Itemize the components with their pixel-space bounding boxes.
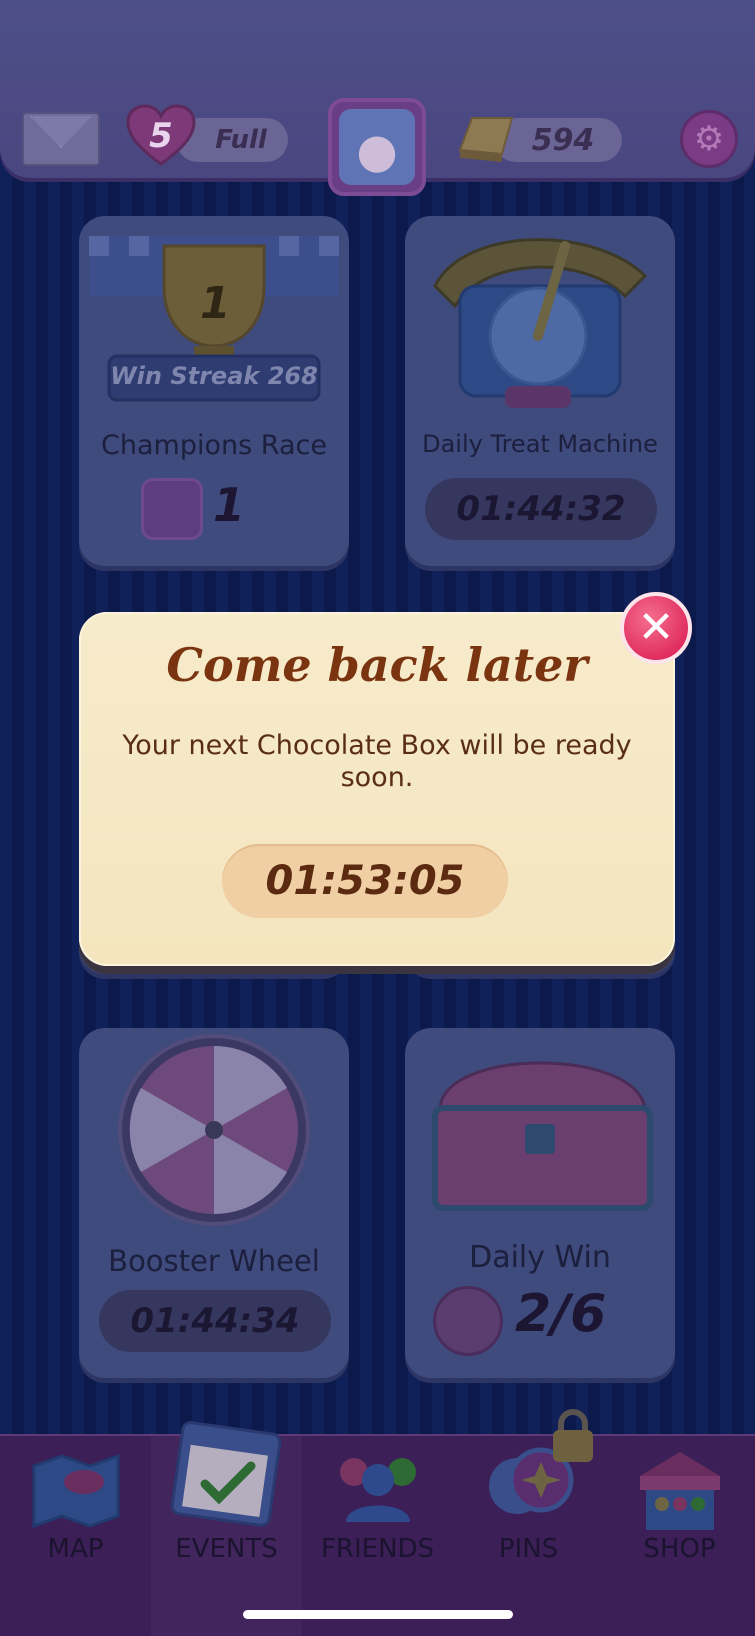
card-champions-race[interactable]: 1 Win Streak 268 Champions Race 1: [79, 216, 349, 566]
dialog-timer: 01:53:05: [222, 844, 508, 918]
nav-item-events[interactable]: EVENTS: [151, 1421, 302, 1636]
treasure-chest-icon: [432, 1061, 653, 1211]
card-title: Booster Wheel: [108, 1244, 320, 1278]
close-button[interactable]: ✕: [620, 592, 692, 664]
nav-label: PINS: [498, 1534, 559, 1564]
card-daily-win[interactable]: Daily Win 2/6: [405, 1028, 675, 1378]
dialog-timer-value: 01:53:05: [265, 858, 465, 904]
timer-pill: 01:44:32: [425, 478, 657, 540]
lives-status-text: Full: [215, 125, 267, 155]
lives-count: 5: [149, 116, 173, 156]
lock-icon: [553, 1409, 593, 1462]
rank-value: 1: [213, 478, 246, 532]
card-daily-treat-machine[interactable]: Daily Treat Machine 01:44:32: [405, 216, 675, 566]
nav-item-map[interactable]: MAP: [0, 1436, 151, 1636]
timer-value: 01:44:34: [130, 1301, 300, 1341]
dialog-title: Come back later: [166, 638, 588, 692]
close-icon: ✕: [637, 602, 675, 653]
bottom-nav: MAP EVENTS FRIENDS PINS SHOP: [0, 1409, 755, 1636]
map-icon: [32, 1453, 120, 1529]
player-avatar[interactable]: [328, 98, 426, 196]
timer-value: 01:44:32: [456, 489, 626, 529]
top-bar: Full 5 594 ⚙: [0, 0, 755, 196]
nav-label: SHOP: [643, 1534, 716, 1564]
nav-label: EVENTS: [175, 1534, 278, 1564]
nav-label: FRIENDS: [320, 1534, 435, 1564]
card-title: Daily Treat Machine: [422, 430, 658, 458]
friends-icon: [340, 1458, 416, 1522]
treat-machine-icon: [433, 238, 648, 408]
daily-win-badge-icon: [433, 1286, 503, 1356]
booster-wheel-icon: [118, 1034, 310, 1226]
nav-item-pins[interactable]: PINS: [453, 1409, 604, 1636]
heart-icon[interactable]: 5: [126, 104, 196, 168]
timer-pill: 01:44:34: [99, 1290, 331, 1352]
avatar-image: [339, 109, 415, 185]
nav-item-friends[interactable]: FRIENDS: [302, 1436, 453, 1636]
dialog-message: Your next Chocolate Box will be ready so…: [122, 730, 632, 793]
card-title: Daily Win: [469, 1240, 611, 1275]
calendar-icon: [170, 1421, 282, 1527]
card-booster-wheel[interactable]: Booster Wheel 01:44:34: [79, 1028, 349, 1378]
card-title: Champions Race: [101, 430, 327, 461]
home-indicator[interactable]: [243, 1610, 513, 1619]
win-streak-banner: Win Streak 268: [110, 362, 318, 390]
mail-icon[interactable]: [22, 112, 100, 166]
trophy-number: 1: [200, 278, 231, 329]
nav-item-shop[interactable]: SHOP: [604, 1436, 755, 1636]
come-back-later-dialog: Come back later Your next Chocolate Box …: [79, 612, 675, 966]
daily-win-progress: 2/6: [515, 1284, 607, 1344]
rank-avatar: [141, 478, 203, 540]
shop-icon: [640, 1452, 720, 1530]
settings-gear-icon[interactable]: ⚙: [680, 110, 738, 168]
gold-bar-icon: [456, 110, 516, 166]
gold-count: 594: [531, 122, 595, 158]
nav-label: MAP: [47, 1534, 104, 1564]
